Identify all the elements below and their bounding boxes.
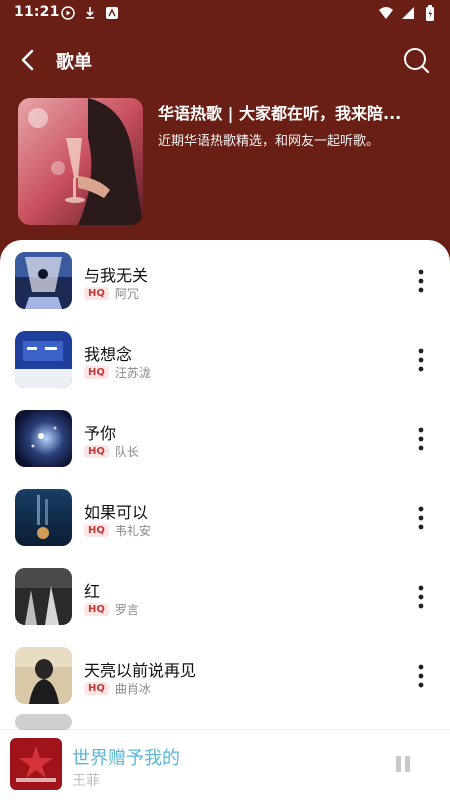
hq-badge: HQ [84, 287, 109, 300]
page-title: 歌单 [56, 52, 92, 73]
more-vertical-icon [418, 585, 424, 609]
more-options-button[interactable] [412, 582, 430, 612]
song-artist: 曲肖冰 [114, 682, 151, 696]
mini-player-cover[interactable] [10, 738, 62, 790]
pause-icon [396, 756, 410, 772]
song-item[interactable]: 与我无关 HQ 阿冗 [0, 240, 450, 319]
chevron-left-icon [21, 49, 34, 71]
app-frame: 11:21 歌单 华语热歌 | 大家都在听，我来陪... 近期华语热歌精选，和网… [0, 0, 450, 800]
song-title: 红 [84, 582, 101, 601]
song-item[interactable]: 予你 HQ 队长 [0, 398, 450, 477]
battery-icon [422, 5, 438, 21]
more-vertical-icon [418, 664, 424, 688]
more-vertical-icon [418, 506, 424, 530]
hq-badge: HQ [84, 366, 109, 379]
song-artist: 汪苏泷 [114, 366, 151, 380]
status-time: 11:21 [14, 4, 60, 20]
song-meta: HQ 曲肖冰 [84, 680, 151, 697]
app-notification-icon [104, 5, 120, 21]
song-cover [15, 410, 72, 467]
back-button[interactable] [14, 46, 42, 74]
song-item[interactable]: 如果可以 HQ 韦礼安 [0, 477, 450, 556]
status-left-icons [60, 5, 120, 21]
playlist-header: 11:21 歌单 华语热歌 | 大家都在听，我来陪... 近期华语热歌精选，和网… [0, 0, 450, 270]
more-vertical-icon [418, 427, 424, 451]
song-meta: HQ 汪苏泷 [84, 364, 151, 381]
status-bar: 11:21 [0, 0, 450, 26]
more-options-button[interactable] [412, 345, 430, 375]
hq-badge: HQ [84, 445, 109, 458]
song-list: 与我无关 HQ 阿冗 我想念 HQ 汪苏泷 予你 HQ 队长 如果可以 HQ 韦… [0, 240, 450, 730]
song-item[interactable]: 我想念 HQ 汪苏泷 [0, 319, 450, 398]
song-meta: HQ 队长 [84, 443, 139, 460]
hq-badge: HQ [84, 603, 109, 616]
search-icon [404, 48, 430, 74]
hq-badge: HQ [84, 524, 109, 537]
title-bar: 歌单 [0, 40, 450, 80]
song-item[interactable]: 天亮以前说再见 HQ 曲肖冰 [0, 635, 450, 714]
mini-player-artist: 王菲 [72, 773, 100, 789]
song-cover [15, 331, 72, 388]
song-item[interactable]: 红 HQ 罗言 [0, 556, 450, 635]
song-cover [15, 489, 72, 546]
playlist-cover-image[interactable] [18, 98, 143, 225]
song-cover [15, 252, 72, 309]
more-options-button[interactable] [412, 661, 430, 691]
song-title: 与我无关 [84, 266, 149, 285]
playlist-info: 华语热歌 | 大家都在听，我来陪... 近期华语热歌精选，和网友一起听歌。 [158, 100, 436, 149]
media-play-icon [60, 5, 76, 21]
search-button[interactable] [400, 44, 432, 76]
playlist-name: 华语热歌 | 大家都在听，我来陪... [158, 104, 402, 123]
more-vertical-icon [418, 348, 424, 372]
song-cover [15, 714, 72, 730]
song-artist: 罗言 [114, 603, 139, 617]
song-cover [15, 568, 72, 625]
hq-badge: HQ [84, 682, 109, 695]
more-options-button[interactable] [412, 424, 430, 454]
mini-player-title: 世界赠予我的 [72, 748, 180, 769]
more-options-button[interactable] [412, 266, 430, 296]
song-artist: 队长 [114, 445, 139, 459]
song-meta: HQ 阿冗 [84, 285, 139, 302]
song-meta: HQ 韦礼安 [84, 522, 151, 539]
status-right-icons [378, 5, 438, 21]
more-options-button[interactable] [412, 503, 430, 533]
song-title: 如果可以 [84, 503, 149, 522]
download-icon [82, 5, 98, 21]
playlist-description: 近期华语热歌精选，和网友一起听歌。 [158, 134, 380, 149]
song-meta: HQ 罗言 [84, 601, 139, 618]
pause-button[interactable] [391, 752, 415, 776]
song-title: 天亮以前说再见 [84, 661, 197, 680]
signal-icon [400, 5, 416, 21]
song-item-partial[interactable] [0, 714, 450, 730]
song-artist: 韦礼安 [114, 524, 151, 538]
song-cover [15, 647, 72, 704]
wifi-icon [378, 5, 394, 21]
song-title: 予你 [84, 424, 117, 443]
song-title: 我想念 [84, 345, 133, 364]
song-artist: 阿冗 [114, 287, 139, 301]
mini-player[interactable]: 世界赠予我的 王菲 [0, 730, 450, 800]
more-vertical-icon [418, 269, 424, 293]
